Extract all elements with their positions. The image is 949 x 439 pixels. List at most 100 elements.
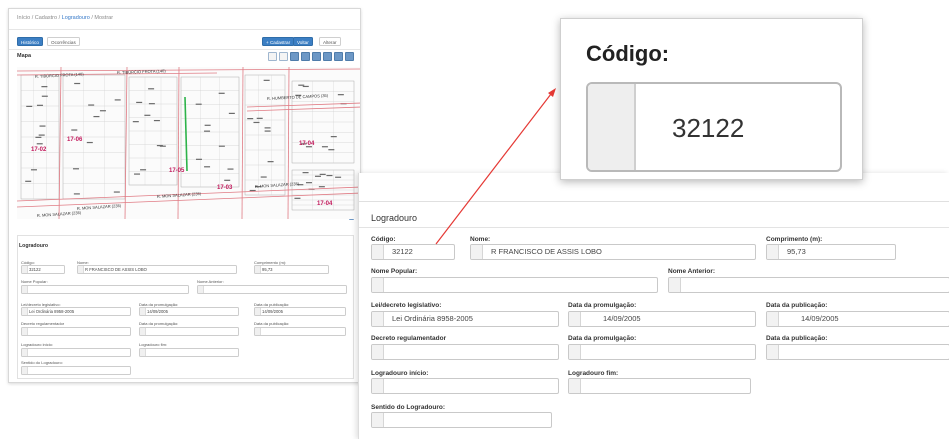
input-addon xyxy=(767,312,779,326)
pan-tool-icon[interactable] xyxy=(279,52,288,61)
breadcrumb-logradouro[interactable]: Logradouro xyxy=(62,15,90,21)
alterar-button[interactable]: Alterar xyxy=(319,37,341,46)
parcel-text xyxy=(260,176,267,178)
fullscreen-tool-icon[interactable] xyxy=(345,52,354,61)
data-promulgacao-2-field[interactable] xyxy=(568,344,756,360)
select-tool-icon[interactable] xyxy=(268,52,277,61)
nome-anterior-field[interactable] xyxy=(197,285,347,294)
parcel-text xyxy=(318,186,325,188)
voltar-button[interactable]: Voltar xyxy=(293,37,313,46)
historico-button[interactable]: Histórico xyxy=(17,37,43,46)
form-title: Logradouro xyxy=(371,213,418,223)
logradouro-inicio-field[interactable] xyxy=(21,348,131,357)
lei-field[interactable]: Lei Ordinária 8958-2005 xyxy=(21,307,131,316)
parcel-text xyxy=(156,144,163,147)
parcel-text xyxy=(218,92,225,94)
comprimento-field[interactable]: 95,73 xyxy=(766,244,896,260)
parcel-text xyxy=(71,129,78,131)
parcel-text xyxy=(302,85,309,88)
logradouro-inicio-label: Logradouro início: xyxy=(371,370,429,377)
breadcrumb-inicio[interactable]: Início xyxy=(17,15,30,21)
decreto-field[interactable] xyxy=(371,344,559,360)
sentido-field[interactable] xyxy=(371,412,552,428)
logradouro-fim-label: Logradouro fim: xyxy=(139,342,168,347)
lei-value: Lei Ordinária 8958-2005 xyxy=(29,309,75,314)
divider xyxy=(9,29,360,30)
zoom-codigo-label: Código: xyxy=(586,41,670,66)
parcel-text xyxy=(41,95,48,97)
input-addon xyxy=(372,312,384,326)
data-publicacao-2-field[interactable] xyxy=(254,327,346,336)
parcel-text xyxy=(136,101,143,104)
logradouro-fim-field[interactable] xyxy=(139,348,239,357)
data-promulgacao-field[interactable]: 14/09/2005 xyxy=(568,311,756,327)
comprimento-value: 95,73 xyxy=(262,267,273,272)
data-promulgacao-value: 14/09/2005 xyxy=(147,309,168,314)
data-publicacao-label: Data da publicação: xyxy=(766,302,828,309)
parcel-text xyxy=(267,161,274,163)
codigo-field[interactable]: 32122 xyxy=(21,265,65,274)
sentido-field[interactable] xyxy=(21,366,131,375)
nome-field[interactable]: R FRANCISCO DE ASSIS LOBO xyxy=(470,244,756,260)
parcel-text xyxy=(330,136,337,138)
data-publicacao-2-label: Data da publicação: xyxy=(254,321,290,326)
parcel-text xyxy=(337,94,344,96)
breadcrumb-separator: / xyxy=(58,15,61,21)
draw-tool-icon[interactable] xyxy=(290,52,299,61)
input-addon xyxy=(372,413,384,427)
breadcrumb-cadastro[interactable]: Cadastro xyxy=(35,15,57,21)
data-publicacao-field[interactable]: 14/09/2005 xyxy=(254,307,346,316)
cadastrar-button[interactable]: + Cadastrar xyxy=(262,37,295,46)
block-number: 17-02 xyxy=(31,147,47,153)
comprimento-field[interactable]: 95,73 xyxy=(254,265,329,274)
measure-tool-icon[interactable] xyxy=(312,52,321,61)
parcel-text xyxy=(72,168,79,170)
codigo-zoom-callout: Código: 32122 xyxy=(560,18,863,180)
input-addon xyxy=(588,84,636,170)
parcel-text xyxy=(195,158,202,160)
input-addon xyxy=(767,245,779,259)
data-publicacao-field[interactable]: 14/09/2005 xyxy=(766,311,949,327)
lei-value: Lei Ordinária 8958-2005 xyxy=(392,314,473,323)
nome-field[interactable]: R FRANCISCO DE ASSIS LOBO xyxy=(77,265,237,274)
ocorrencias-button[interactable]: Ocorrências xyxy=(47,37,80,46)
parcel-text xyxy=(204,166,211,168)
parcel-text xyxy=(114,99,121,101)
map-label: Mapa xyxy=(17,53,32,59)
cadastral-map[interactable]: R. TIBÚRCIO FROTA (140) R. TIBÚRCIO FROTA… xyxy=(17,67,361,219)
parcel-text xyxy=(319,173,326,175)
codigo-field[interactable]: 32122 xyxy=(371,244,455,260)
codigo-value: 32122 xyxy=(392,247,413,256)
nome-value: R FRANCISCO DE ASSIS LOBO xyxy=(491,247,602,256)
logradouro-inicio-field[interactable] xyxy=(371,378,559,394)
parcel-text xyxy=(36,104,43,106)
input-addon xyxy=(569,345,581,359)
input-addon xyxy=(471,245,483,259)
layers-tool-icon[interactable] xyxy=(323,52,332,61)
parcel-text xyxy=(253,121,260,124)
block-number: 17-05 xyxy=(169,168,185,174)
data-promulgacao-field[interactable]: 14/09/2005 xyxy=(139,307,239,316)
input-addon xyxy=(669,278,681,292)
sentido-label: Sentido do Logradouro: xyxy=(21,360,63,365)
edit-tool-icon[interactable] xyxy=(301,52,310,61)
parcel-text xyxy=(41,86,48,88)
parcel-text xyxy=(264,127,271,129)
data-promulgacao-label: Data da promulgação: xyxy=(568,302,637,309)
nome-popular-field[interactable] xyxy=(371,277,658,293)
comprimento-value: 95,73 xyxy=(787,247,806,256)
decreto-field[interactable] xyxy=(21,327,131,336)
nome-anterior-field[interactable] xyxy=(668,277,949,293)
data-promulgacao-2-field[interactable] xyxy=(139,327,239,336)
print-tool-icon[interactable] xyxy=(334,52,343,61)
lei-field[interactable]: Lei Ordinária 8958-2005 xyxy=(371,311,559,327)
nome-popular-field[interactable] xyxy=(21,285,189,294)
parcel-text xyxy=(227,168,234,170)
parcel-text xyxy=(39,125,46,127)
parcel-text xyxy=(132,121,139,123)
logradouro-fim-field[interactable] xyxy=(568,378,751,394)
data-publicacao-2-field[interactable] xyxy=(766,344,949,360)
data-promulgacao-value: 14/09/2005 xyxy=(603,314,641,323)
parcel-text xyxy=(305,182,312,184)
page-thumbnail: Início / Cadastro / Logradouro / Mostrar… xyxy=(8,8,361,383)
